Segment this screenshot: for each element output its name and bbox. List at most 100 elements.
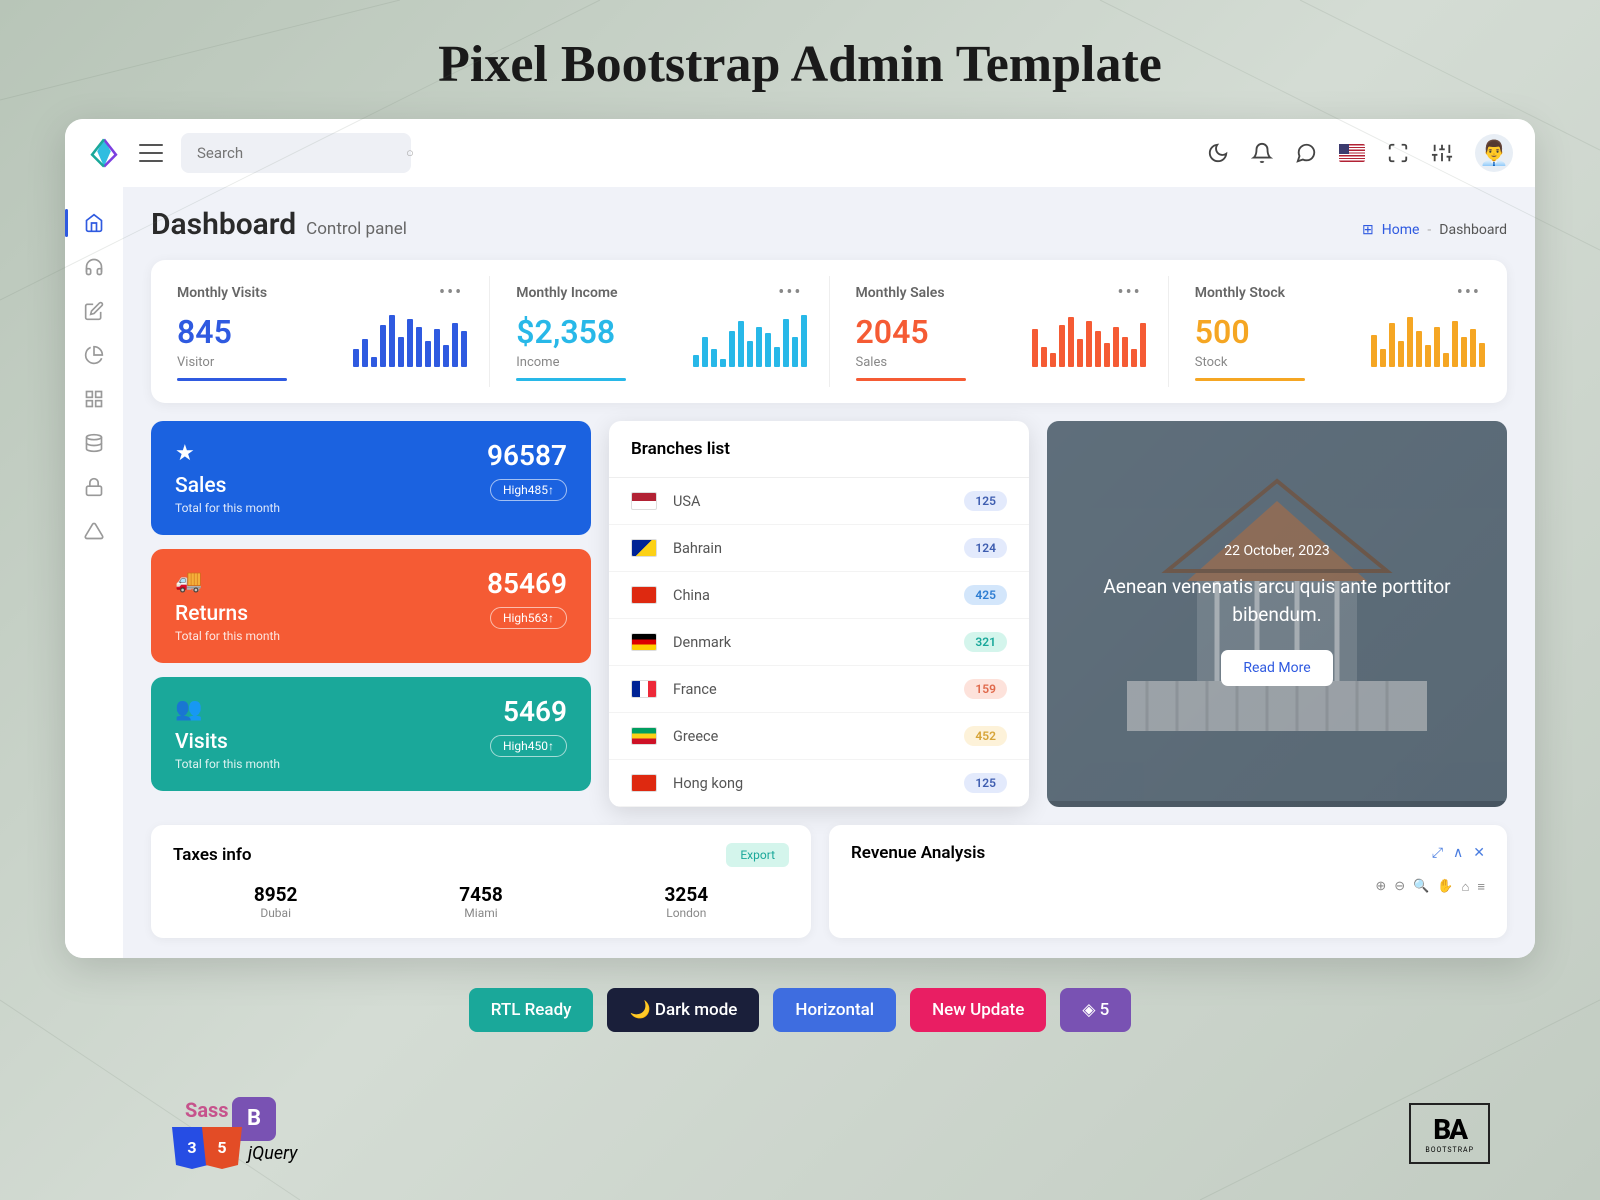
promo-text: Aenean venenatis arcu quis ante porttito… [1077,573,1477,630]
tile-subtitle: Total for this month [175,629,567,643]
branch-item[interactable]: Denmark 321 [609,619,1029,666]
zoom-in-icon[interactable]: ⊕ [1375,879,1386,895]
expand-icon[interactable]: ⤢ [1432,845,1443,861]
sidebar-item-analytics[interactable] [76,337,112,373]
pan-icon[interactable]: ✋ [1437,879,1453,895]
moon-icon[interactable] [1207,142,1229,164]
summary-tile[interactable]: 👥 Visits Total for this month 5469 High4… [151,677,591,791]
sidebar-item-home[interactable] [76,205,112,241]
export-button[interactable]: Export [726,843,789,867]
tax-item: 3254 London [665,883,709,920]
flag-icon [631,633,657,651]
menu-icon[interactable]: ≡ [1477,879,1485,895]
tile-badge: High485↑ [490,479,567,501]
branch-name: Bahrain [673,540,964,557]
bell-icon[interactable] [1251,142,1273,164]
tax-city: Miami [459,906,503,920]
branches-title: Branches list [609,421,1029,478]
more-icon[interactable]: ••• [1118,282,1142,303]
footer-feature-button[interactable]: Horizontal [773,988,896,1032]
branch-item[interactable]: China 425 [609,572,1029,619]
branch-name: Denmark [673,634,964,651]
revenue-title: Revenue Analysis [851,843,985,863]
branch-count-badge: 159 [964,679,1007,699]
search-clear-icon[interactable]: ○ [406,145,414,161]
tax-city: Dubai [254,906,298,920]
branch-count-badge: 452 [964,726,1007,746]
search-input[interactable] [197,144,396,162]
flag-icon [631,492,657,510]
more-icon[interactable]: ••• [439,282,463,303]
svg-text:Sass: Sass [185,1098,229,1122]
tax-value: 3254 [665,883,709,906]
breadcrumb-home[interactable]: Home [1382,222,1420,238]
close-icon[interactable]: ✕ [1473,845,1485,861]
branch-item[interactable]: Greece 452 [609,713,1029,760]
branch-name: Hong kong [673,775,964,792]
tile-badge: High563↑ [490,607,567,629]
flag-icon [631,774,657,792]
fullscreen-icon[interactable] [1387,142,1409,164]
collapse-icon[interactable]: ∧ [1453,845,1463,861]
branch-item[interactable]: France 159 [609,666,1029,713]
branch-count-badge: 125 [964,773,1007,793]
footer-feature-button[interactable]: New Update [910,988,1046,1032]
chat-icon[interactable] [1295,142,1317,164]
tile-value: 5469 [503,695,567,728]
read-more-button[interactable]: Read More [1221,650,1332,686]
summary-tile[interactable]: 🚚 Returns Total for this month 85469 Hig… [151,549,591,663]
settings-sliders-icon[interactable] [1431,142,1453,164]
footer-feature-button[interactable]: 🌙 Dark mode [607,988,759,1032]
tech-logos: Sass B 3 5 jQuery [170,1095,310,1170]
footer: RTL Ready 🌙 Dark mode Horizontal New Update… [0,958,1600,1062]
breadcrumb-current: Dashboard [1439,222,1507,238]
language-flag-icon[interactable] [1339,144,1365,162]
tile-subtitle: Total for this month [175,501,567,515]
branch-item[interactable]: USA 125 [609,478,1029,525]
zoom-out-icon[interactable]: ⊖ [1394,879,1405,895]
promo-date: 22 October, 2023 [1224,543,1330,559]
footer-feature-button[interactable]: RTL Ready [469,988,594,1032]
branch-item[interactable]: Bahrain 124 [609,525,1029,572]
page-subtitle: Control panel [306,219,407,239]
topbar: ○ 👨‍💼 [65,119,1535,187]
tile-badge: High450↑ [490,735,567,757]
branch-item[interactable]: Hong kong 125 [609,760,1029,807]
reset-icon[interactable]: ⌂ [1462,879,1470,895]
footer-feature-button[interactable]: ◈ 5 [1060,988,1131,1032]
sidebar-item-database[interactable] [76,425,112,461]
tile-subtitle: Total for this month [175,757,567,771]
sidebar-item-support[interactable] [76,249,112,285]
more-icon[interactable]: ••• [778,282,802,303]
tax-item: 8952 Dubai [254,883,298,920]
branches-panel: Branches list USA 125 Bahrain 124 China … [609,421,1029,807]
more-icon[interactable]: ••• [1457,282,1481,303]
summary-tile[interactable]: ★ Sales Total for this month 96587 High4… [151,421,591,535]
branch-name: China [673,587,964,604]
hamburger-menu-icon[interactable] [139,144,163,162]
magnify-icon[interactable]: 🔍 [1413,879,1429,895]
avatar[interactable]: 👨‍💼 [1475,134,1513,172]
sidebar-item-edit[interactable] [76,293,112,329]
breadcrumb: ⊞ Home - Dashboard [1362,222,1507,238]
flag-icon [631,539,657,557]
sidebar-item-lock[interactable] [76,469,112,505]
sidebar-item-alert[interactable] [76,513,112,549]
sparkline-icon [1371,311,1485,367]
sidebar-item-apps[interactable] [76,381,112,417]
branch-count-badge: 124 [964,538,1007,558]
page-title: Dashboard [151,207,296,242]
sparkline-icon [353,311,467,367]
svg-text:5: 5 [217,1138,226,1157]
taxes-title: Taxes info [173,845,252,865]
tiles-column: ★ Sales Total for this month 96587 High4… [151,421,591,807]
tile-value: 96587 [487,439,567,472]
flag-icon [631,586,657,604]
tax-value: 8952 [254,883,298,906]
stat-card: Monthly Stock••• 500 Stock [1169,276,1507,387]
tax-item: 7458 Miami [459,883,503,920]
search-box[interactable]: ○ [181,133,411,173]
flag-icon [631,680,657,698]
stat-label: Monthly Sales [856,285,945,301]
svg-text:B: B [247,1106,261,1131]
